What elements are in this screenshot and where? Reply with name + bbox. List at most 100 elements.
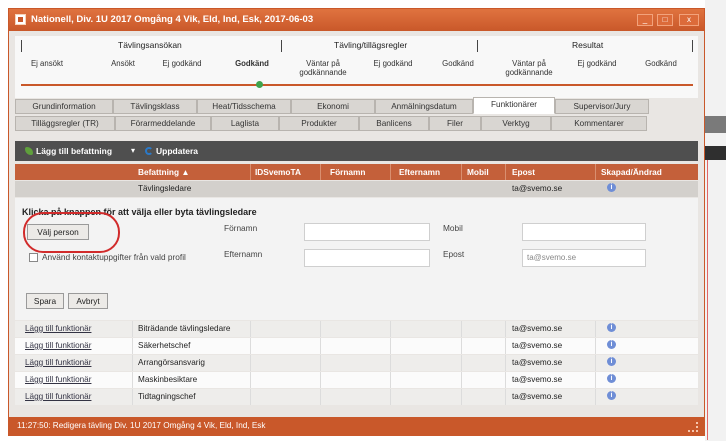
add-official-link[interactable]: Lägg till funktionär: [25, 375, 91, 384]
mobile-input[interactable]: [522, 223, 646, 241]
cell-separator: [461, 355, 462, 371]
column-separator: [461, 164, 462, 180]
wizard-current-dot: [256, 81, 263, 88]
wizard-divider: [692, 40, 693, 52]
cell-separator: [390, 355, 391, 371]
column-separator: [595, 164, 596, 180]
table-row[interactable]: Lägg till funktionär Biträdande tävlings…: [15, 321, 698, 337]
lastname-label: Efternamn: [224, 249, 263, 259]
competition-window: Nationell, Div. 1U 2017 Omgång 4 Vik, El…: [8, 8, 705, 436]
wizard-progress-line: [21, 84, 693, 86]
add-position-button[interactable]: Lägg till befattning: [25, 146, 112, 156]
wizard-step: Väntar på godkännande: [299, 59, 347, 77]
cell-separator: [250, 355, 251, 371]
table-row-selected[interactable]: Tävlingsledare ta@svemo.se i: [15, 181, 698, 197]
title-bar[interactable]: Nationell, Div. 1U 2017 Omgång 4 Vik, El…: [9, 9, 704, 31]
cell-separator: [132, 389, 133, 405]
column-header-epost[interactable]: Epost: [512, 167, 535, 177]
column-header-skapad[interactable]: Skapad/Ändrad: [601, 167, 662, 177]
cell-separator: [461, 389, 462, 405]
info-icon[interactable]: i: [607, 183, 616, 192]
tab-tillaggsregler[interactable]: Tilläggsregler (TR): [15, 116, 115, 131]
column-separator: [390, 164, 391, 180]
row-position: Tidtagningschef: [138, 392, 196, 401]
lastname-input[interactable]: [304, 249, 430, 267]
status-bar: 11:27:50: Redigera tävling Div. 1U 2017 …: [9, 417, 704, 435]
close-button[interactable]: x: [679, 14, 699, 26]
cell-separator: [505, 389, 506, 405]
email-input[interactable]: ta@svemo.se: [522, 249, 646, 267]
column-header-fornamn[interactable]: Förnamn: [330, 167, 366, 177]
info-icon[interactable]: i: [607, 391, 616, 400]
update-label: Uppdatera: [156, 146, 199, 156]
save-button[interactable]: Spara: [26, 293, 64, 309]
tab-filer[interactable]: Filer: [429, 116, 481, 131]
firstname-input[interactable]: [304, 223, 430, 241]
tab-supervisor-jury[interactable]: Supervisor/Jury: [555, 99, 649, 114]
cell-separator: [250, 372, 251, 388]
tab-laglista[interactable]: Laglista: [211, 116, 279, 131]
tab-banlicens[interactable]: Banlicens: [359, 116, 429, 131]
cell-separator: [132, 321, 133, 337]
row-email: ta@svemo.se: [512, 375, 563, 384]
tab-forarmeddelande[interactable]: Förarmeddelande: [115, 116, 211, 131]
row-email: ta@svemo.se: [512, 358, 563, 367]
tab-kommentarer[interactable]: Kommentarer: [551, 116, 647, 131]
row-position: Arrangörsansvarig: [138, 358, 205, 367]
row-email: ta@svemo.se: [512, 341, 563, 350]
wizard-step: Ansökt: [111, 59, 135, 68]
cell-separator: [595, 372, 596, 388]
info-icon[interactable]: i: [607, 357, 616, 366]
cell-separator: [595, 338, 596, 354]
tab-tavlingsklass[interactable]: Tävlingsklass: [113, 99, 197, 114]
tab-ekonomi[interactable]: Ekonomi: [291, 99, 375, 114]
row-position: Biträdande tävlingsledare: [138, 324, 231, 333]
cell-separator: [595, 389, 596, 405]
wizard-divider: [21, 40, 22, 52]
info-icon[interactable]: i: [607, 374, 616, 383]
tab-anmalningsdatum[interactable]: Anmälningsdatum: [375, 99, 473, 114]
tab-grundinformation[interactable]: Grundinformation: [15, 99, 113, 114]
tab-produkter[interactable]: Produkter: [279, 116, 359, 131]
row-email: ta@svemo.se: [512, 392, 563, 401]
column-header-idsvemota[interactable]: IDSvemoTA: [255, 167, 301, 177]
mobile-label: Mobil: [443, 223, 463, 233]
maximize-button[interactable]: □: [657, 14, 673, 26]
resize-grip-icon[interactable]: [688, 422, 698, 432]
add-official-link[interactable]: Lägg till funktionär: [25, 392, 91, 401]
info-icon[interactable]: i: [607, 340, 616, 349]
table-row[interactable]: Lägg till funktionär Tidtagningschef ta@…: [15, 389, 698, 405]
add-position-dropdown[interactable]: ▾: [131, 146, 135, 155]
table-row[interactable]: Lägg till funktionär Säkerhetschef ta@sv…: [15, 338, 698, 354]
column-header-mobil[interactable]: Mobil: [467, 167, 489, 177]
cell-separator: [390, 389, 391, 405]
column-separator: [250, 164, 251, 180]
table-row[interactable]: Lägg till funktionär Arrangörsansvarig t…: [15, 355, 698, 371]
tab-heat-tidsschema[interactable]: Heat/Tidsschema: [197, 99, 291, 114]
add-official-link[interactable]: Lägg till funktionär: [25, 324, 91, 333]
toolbar: Lägg till befattning ▾ Uppdatera: [15, 141, 698, 161]
use-contact-checkbox[interactable]: [29, 253, 38, 262]
wizard-divider: [477, 40, 478, 52]
wizard-divider: [281, 40, 282, 52]
tab-funktionarer[interactable]: Funktionärer: [473, 97, 555, 114]
column-header-befattning[interactable]: Befattning ▲: [138, 167, 190, 177]
minimize-button[interactable]: _: [637, 14, 653, 26]
add-official-link[interactable]: Lägg till funktionär: [25, 358, 91, 367]
table-row[interactable]: Lägg till funktionär Maskinbesiktare ta@…: [15, 372, 698, 388]
grid-header: Befattning ▲ IDSvemoTA Förnamn Efternamn…: [15, 164, 698, 180]
wizard-step-current: Godkänd: [235, 59, 269, 68]
info-icon[interactable]: i: [607, 323, 616, 332]
cell-separator: [390, 372, 391, 388]
add-official-link[interactable]: Lägg till funktionär: [25, 341, 91, 350]
app-icon: [15, 14, 26, 25]
wizard-step: Ej godkänd: [162, 59, 202, 68]
update-button[interactable]: Uppdatera: [145, 146, 198, 156]
status-wizard: Tävlingsansökan Tävling/tillägsregler Re…: [15, 36, 698, 98]
cell-separator: [390, 338, 391, 354]
cancel-button[interactable]: Avbryt: [68, 293, 108, 309]
cell-separator: [250, 321, 251, 337]
tab-verktyg[interactable]: Verktyg: [481, 116, 551, 131]
add-position-label: Lägg till befattning: [36, 146, 113, 156]
column-header-efternamn[interactable]: Efternamn: [399, 167, 440, 177]
